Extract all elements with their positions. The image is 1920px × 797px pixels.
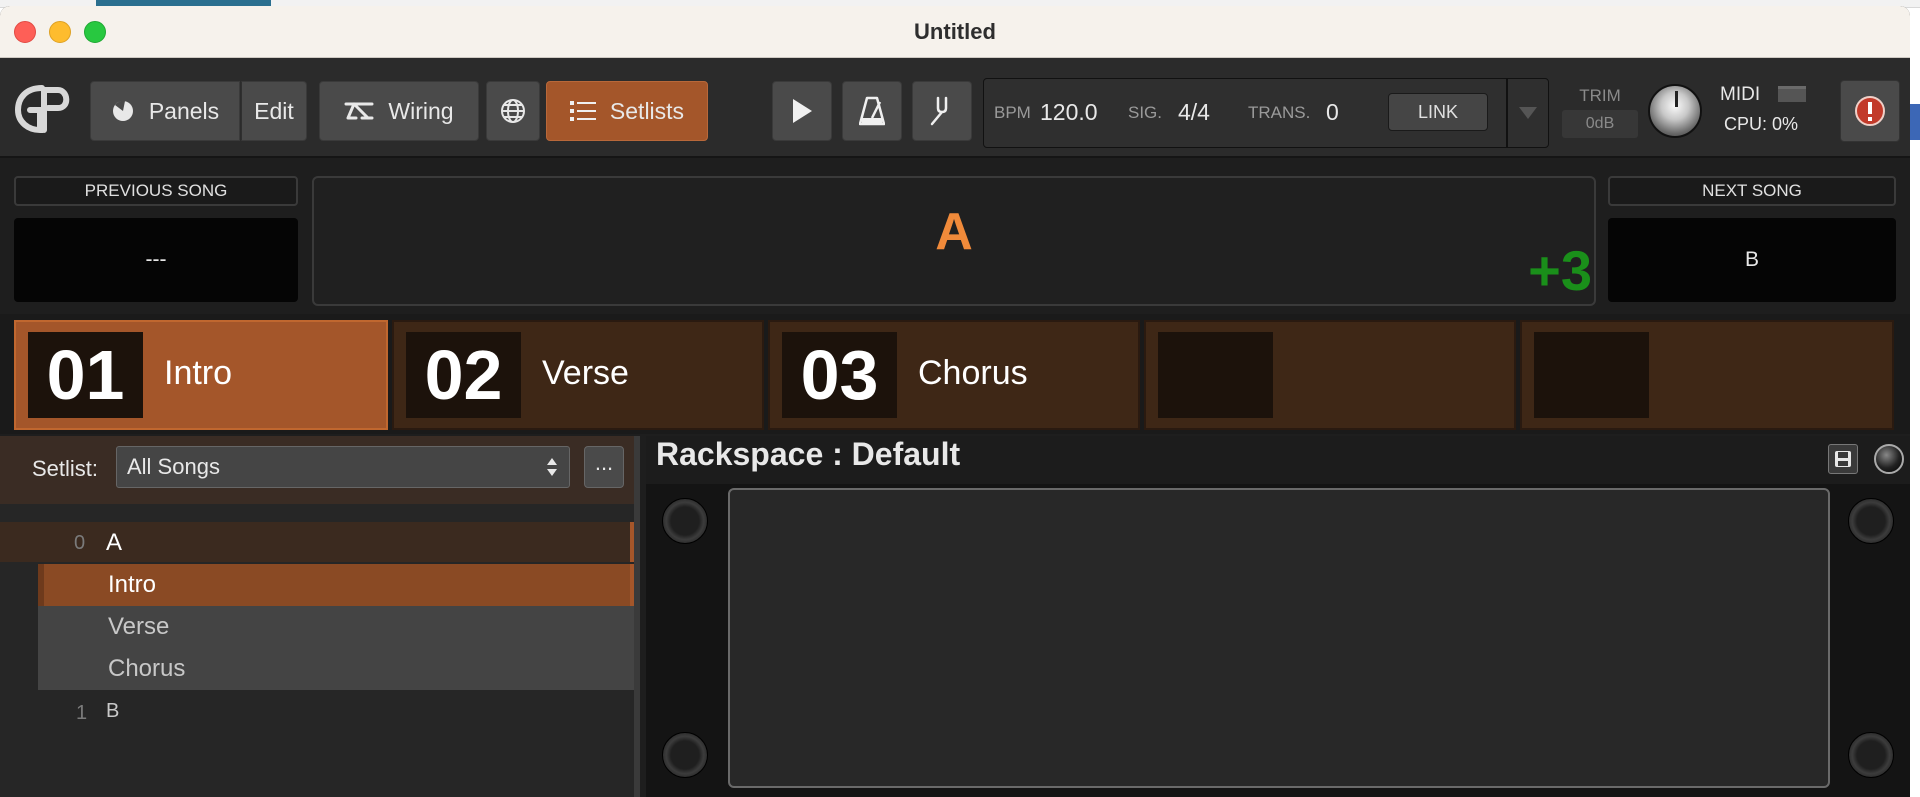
play-icon bbox=[793, 99, 812, 123]
wiring-icon bbox=[344, 102, 374, 120]
part-name: Intro bbox=[164, 354, 233, 392]
current-song-name: A bbox=[935, 203, 973, 261]
setlists-label: Setlists bbox=[609, 97, 685, 124]
trim-value[interactable]: 0dB bbox=[1562, 110, 1638, 138]
part-list-item[interactable]: Intro bbox=[0, 564, 634, 606]
select-arrows-icon bbox=[547, 458, 557, 476]
chevron-down-icon bbox=[1519, 107, 1537, 119]
setlist-label: Setlist: bbox=[32, 456, 99, 481]
gp-logo-icon bbox=[14, 85, 70, 134]
panels-icon bbox=[112, 100, 133, 121]
cpu-value: 0% bbox=[1772, 114, 1799, 134]
transpose-label: TRANS. bbox=[1248, 103, 1311, 122]
part-number bbox=[1534, 332, 1649, 418]
rackspace-title: Rackspace : Default bbox=[656, 436, 961, 472]
setlist-select[interactable]: All Songs bbox=[116, 446, 570, 488]
bpm-value[interactable]: 120.0 bbox=[1040, 99, 1098, 126]
song-part-button[interactable]: 03 Chorus bbox=[768, 320, 1140, 430]
midi-label: MIDI bbox=[1720, 84, 1761, 105]
midi-activity-indicator bbox=[1778, 86, 1806, 102]
previous-song-label: PREVIOUS SONG bbox=[14, 176, 298, 206]
transpose-indicator: +3 bbox=[1528, 239, 1592, 302]
song-part-button[interactable] bbox=[1144, 320, 1516, 430]
part-list-name: Chorus bbox=[108, 655, 186, 682]
song-list-item[interactable]: 1 B bbox=[0, 692, 634, 732]
current-song-display: A +3 bbox=[312, 176, 1596, 306]
rackspace-pane: Rackspace : Default bbox=[646, 436, 1910, 797]
edit-label: Edit bbox=[254, 97, 294, 124]
panels-button[interactable]: Panels bbox=[90, 81, 240, 141]
part-list-item[interactable]: Chorus bbox=[0, 648, 634, 690]
app-window: Untitled Panels Edit Wiring Setlists BPM… bbox=[0, 6, 1910, 797]
alert-icon bbox=[1855, 96, 1885, 126]
previous-song-button[interactable]: --- bbox=[14, 218, 298, 302]
transpose-value[interactable]: 0 bbox=[1326, 99, 1339, 126]
wiring-button[interactable]: Wiring bbox=[319, 81, 479, 141]
song-name: A bbox=[106, 529, 123, 556]
next-song-label: NEXT SONG bbox=[1608, 176, 1896, 206]
next-song-button[interactable]: B bbox=[1608, 218, 1896, 302]
part-number: 03 bbox=[782, 332, 897, 418]
rack-screw bbox=[1848, 732, 1894, 778]
tuning-fork-icon bbox=[930, 96, 948, 126]
song-name: B bbox=[106, 700, 120, 722]
rackspace-canvas[interactable] bbox=[728, 488, 1830, 788]
transport-info-panel: BPM 120.0 SIG. 4/4 TRANS. 0 LINK bbox=[983, 78, 1549, 148]
part-list-name: Intro bbox=[108, 571, 157, 598]
song-index: 1 bbox=[76, 702, 88, 724]
tuner-button[interactable] bbox=[912, 81, 972, 141]
save-rackspace-button[interactable] bbox=[1828, 444, 1858, 474]
part-name: Verse bbox=[542, 354, 629, 392]
edit-button[interactable]: Edit bbox=[241, 81, 307, 141]
window-title: Untitled bbox=[914, 19, 996, 44]
metronome-button[interactable] bbox=[842, 81, 902, 141]
setlist-options-button[interactable]: ... bbox=[584, 446, 624, 488]
signature-label: SIG. bbox=[1128, 103, 1163, 122]
rack-screw bbox=[662, 498, 708, 544]
song-parts-bar: 01 Intro 02 Verse 03 Chorus bbox=[0, 314, 1910, 434]
setlist-header: Setlist: All Songs ... bbox=[0, 436, 634, 504]
part-list-name: Verse bbox=[108, 613, 170, 640]
song-part-button[interactable]: 02 Verse bbox=[392, 320, 764, 430]
wiring-label: Wiring bbox=[388, 97, 454, 124]
song-navigation: PREVIOUS SONG --- A +3 NEXT SONG B bbox=[0, 160, 1910, 310]
part-name: Chorus bbox=[918, 354, 1028, 392]
panels-label: Panels bbox=[148, 97, 220, 124]
setlists-button[interactable]: Setlists bbox=[546, 81, 708, 141]
list-icon bbox=[569, 101, 596, 121]
song-part-button[interactable] bbox=[1520, 320, 1894, 430]
rackspace-status-indicator[interactable] bbox=[1874, 444, 1904, 474]
song-list-item[interactable]: 0 A bbox=[0, 522, 634, 562]
globe-button[interactable] bbox=[486, 81, 540, 141]
master-volume-knob[interactable] bbox=[1648, 84, 1702, 138]
transport-dropdown-button[interactable] bbox=[1506, 79, 1548, 147]
rack-screw bbox=[662, 732, 708, 778]
setlist-pane: Setlist: All Songs ... 0 A Intro Verse C… bbox=[0, 436, 640, 797]
metronome-icon bbox=[859, 96, 885, 126]
globe-icon bbox=[501, 99, 525, 123]
rack-screw bbox=[1848, 498, 1894, 544]
link-button[interactable]: LINK bbox=[1388, 93, 1488, 131]
cpu-readout: CPU: 0% bbox=[1724, 114, 1798, 135]
signature-value[interactable]: 4/4 bbox=[1178, 99, 1210, 126]
desktop-edge-accent bbox=[1910, 104, 1920, 140]
save-icon bbox=[1835, 451, 1851, 467]
part-list-item[interactable]: Verse bbox=[0, 606, 634, 648]
trim-label: TRIM bbox=[1579, 86, 1621, 105]
desktop-edge bbox=[1910, 8, 1920, 797]
song-index: 0 bbox=[74, 532, 86, 554]
rackspace-area bbox=[646, 484, 1910, 797]
bpm-label: BPM bbox=[994, 103, 1031, 122]
part-number bbox=[1158, 332, 1273, 418]
play-button[interactable] bbox=[772, 81, 832, 141]
cpu-label: CPU: bbox=[1724, 114, 1768, 134]
part-number: 01 bbox=[28, 332, 143, 418]
part-number: 02 bbox=[406, 332, 521, 418]
song-part-button[interactable]: 01 Intro bbox=[14, 320, 388, 430]
alert-button[interactable] bbox=[1840, 80, 1900, 142]
main-toolbar: Panels Edit Wiring Setlists BPM 120.0 SI bbox=[0, 58, 1910, 158]
title-bar: Untitled bbox=[0, 6, 1910, 58]
setlist-selected-value: All Songs bbox=[127, 454, 220, 479]
